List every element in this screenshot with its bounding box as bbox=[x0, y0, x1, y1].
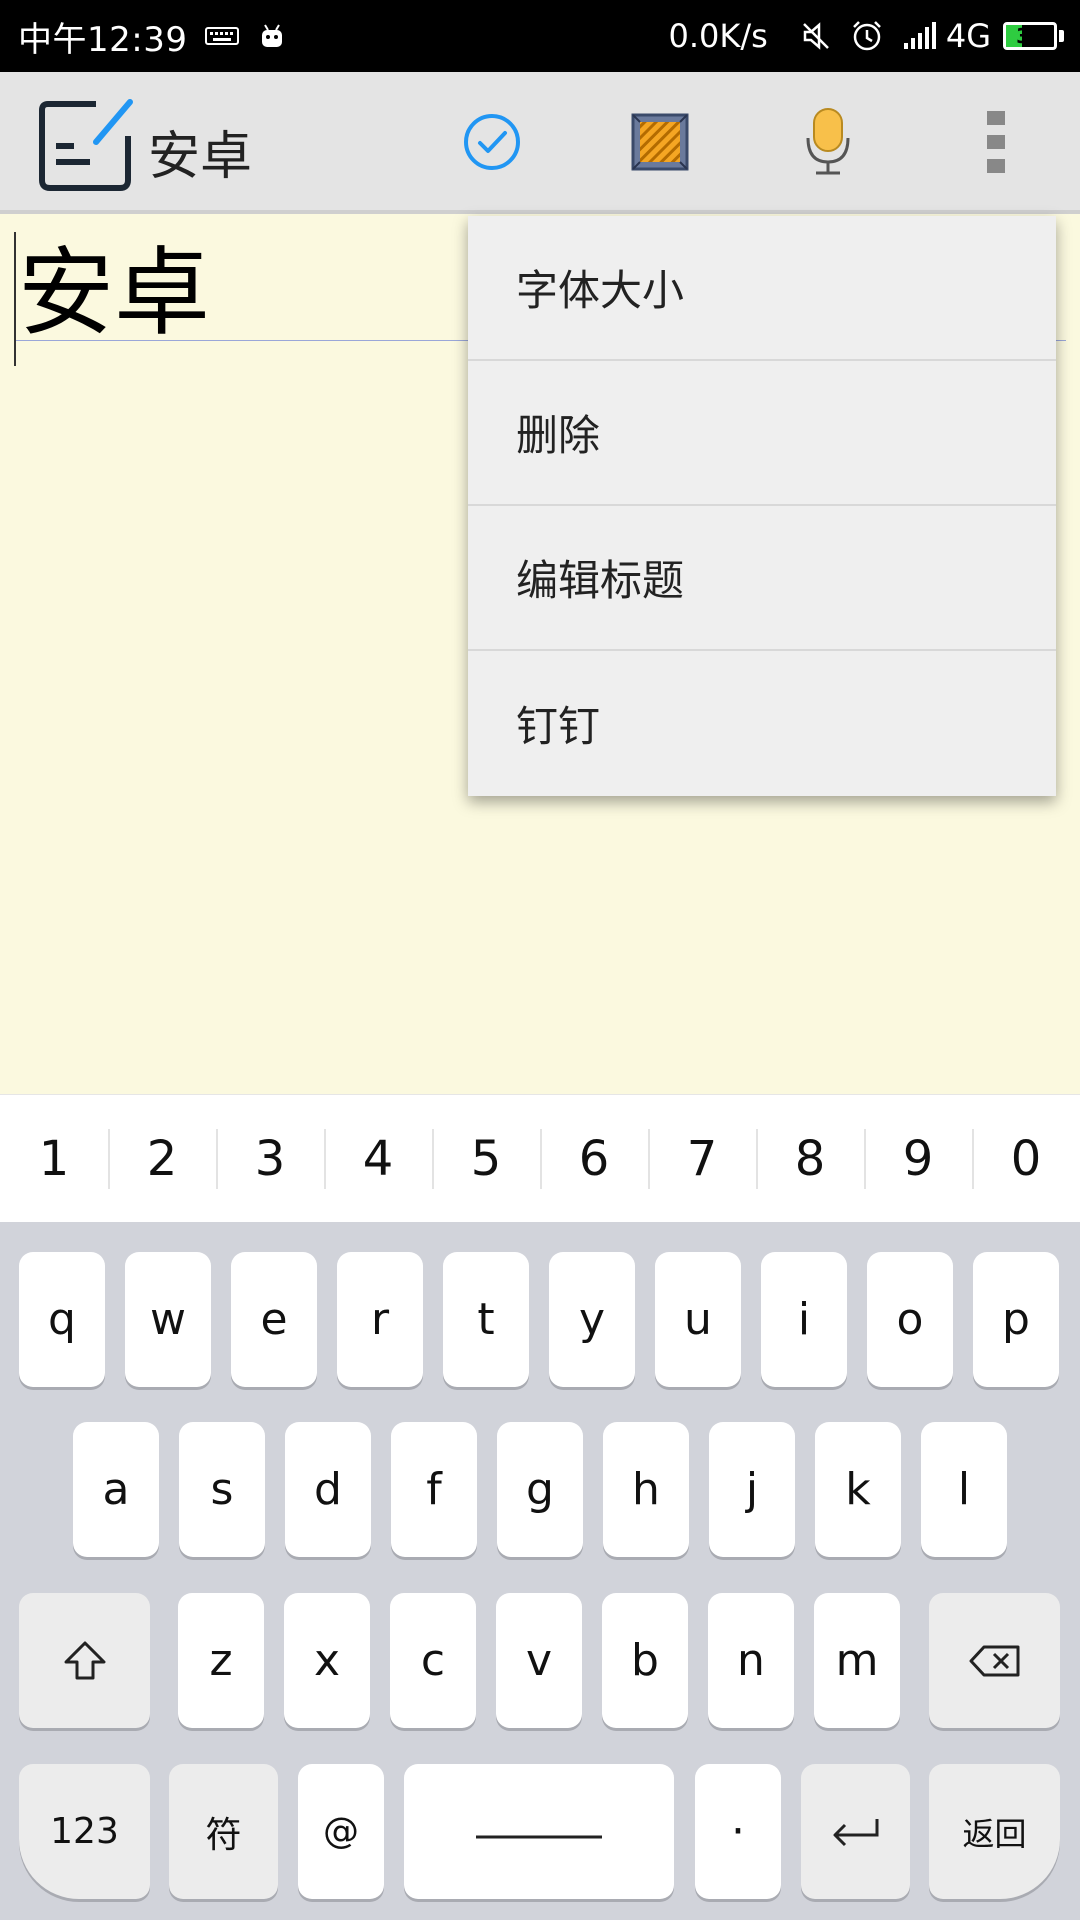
key-v[interactable]: v bbox=[496, 1593, 582, 1728]
color-pattern-icon[interactable] bbox=[620, 102, 700, 182]
key-q[interactable]: q bbox=[19, 1252, 105, 1387]
key-l[interactable]: l bbox=[921, 1422, 1007, 1557]
app-logo-icon[interactable] bbox=[36, 96, 134, 194]
menu-item-edit-title[interactable]: 编辑标题 bbox=[468, 506, 1056, 651]
app-title: 安卓 bbox=[148, 127, 253, 187]
key-u[interactable]: u bbox=[655, 1252, 741, 1387]
menu-item-pin[interactable]: 钉钉 bbox=[468, 651, 1056, 796]
keyboard-number-row: 1 2 3 4 5 6 7 8 9 0 bbox=[0, 1094, 1080, 1223]
menu-item-delete[interactable]: 删除 bbox=[468, 361, 1056, 506]
key-3[interactable]: 3 bbox=[216, 1095, 324, 1223]
key-4[interactable]: 4 bbox=[324, 1095, 432, 1223]
key-o[interactable]: o bbox=[867, 1252, 953, 1387]
key-r[interactable]: r bbox=[337, 1252, 423, 1387]
key-1[interactable]: 1 bbox=[0, 1095, 108, 1223]
battery-text: 33 bbox=[1016, 24, 1044, 48]
key-k[interactable]: k bbox=[815, 1422, 901, 1557]
key-t[interactable]: t bbox=[443, 1252, 529, 1387]
space-key[interactable] bbox=[404, 1764, 674, 1899]
battery-tip bbox=[1059, 30, 1064, 42]
space-bar-icon bbox=[476, 1835, 602, 1838]
key-s[interactable]: s bbox=[179, 1422, 265, 1557]
net-speed: 0.0K/s bbox=[668, 17, 768, 55]
symbols-key[interactable]: 符 bbox=[169, 1764, 278, 1899]
network-type: 4G bbox=[945, 17, 991, 55]
key-6[interactable]: 6 bbox=[540, 1095, 648, 1223]
key-w[interactable]: w bbox=[125, 1252, 211, 1387]
shift-key[interactable] bbox=[19, 1593, 150, 1728]
key-7[interactable]: 7 bbox=[648, 1095, 756, 1223]
status-time: 中午12:39 bbox=[18, 19, 188, 60]
text-cursor bbox=[14, 232, 16, 366]
alarm-icon bbox=[850, 19, 884, 53]
action-bar: 安卓 bbox=[0, 72, 1080, 214]
key-5[interactable]: 5 bbox=[432, 1095, 540, 1223]
status-right: 0.0K/s 4G 33 bbox=[669, 17, 1064, 55]
key-z[interactable]: z bbox=[178, 1593, 264, 1728]
check-icon[interactable] bbox=[452, 102, 532, 182]
key-d[interactable]: d bbox=[285, 1422, 371, 1557]
key-g[interactable]: g bbox=[497, 1422, 583, 1557]
key-x[interactable]: x bbox=[284, 1593, 370, 1728]
key-c[interactable]: c bbox=[390, 1593, 476, 1728]
enter-icon bbox=[833, 1818, 878, 1846]
key-h[interactable]: h bbox=[603, 1422, 689, 1557]
overflow-menu-icon[interactable] bbox=[956, 102, 1036, 182]
numbers-mode-key[interactable]: 123 bbox=[19, 1764, 150, 1899]
enter-key[interactable] bbox=[801, 1764, 910, 1899]
key-i[interactable]: i bbox=[761, 1252, 847, 1387]
backspace-icon bbox=[969, 1645, 1019, 1676]
overflow-popup-menu: 字体大小 删除 编辑标题 钉钉 bbox=[468, 216, 1056, 796]
period-key[interactable]: · bbox=[695, 1764, 781, 1899]
return-key[interactable]: 返回 bbox=[929, 1764, 1060, 1899]
key-y[interactable]: y bbox=[549, 1252, 635, 1387]
key-a[interactable]: a bbox=[73, 1422, 159, 1557]
soft-keyboard: q w e r t y u i o p a s d f g h j k l z … bbox=[0, 1222, 1080, 1920]
key-f[interactable]: f bbox=[391, 1422, 477, 1557]
key-m[interactable]: m bbox=[814, 1593, 900, 1728]
android-icon bbox=[257, 21, 287, 51]
at-key[interactable]: @ bbox=[298, 1764, 384, 1899]
note-title-text[interactable]: 安卓 bbox=[18, 238, 210, 348]
key-2[interactable]: 2 bbox=[108, 1095, 216, 1223]
key-0[interactable]: 0 bbox=[972, 1095, 1080, 1223]
key-n[interactable]: n bbox=[708, 1593, 794, 1728]
keyboard-icon bbox=[205, 26, 240, 46]
battery-icon: 33 bbox=[1003, 22, 1057, 50]
menu-item-font-size[interactable]: 字体大小 bbox=[468, 216, 1056, 361]
shift-icon bbox=[64, 1641, 105, 1679]
key-b[interactable]: b bbox=[602, 1593, 688, 1728]
key-8[interactable]: 8 bbox=[756, 1095, 864, 1223]
mute-icon bbox=[800, 20, 832, 52]
key-p[interactable]: p bbox=[973, 1252, 1059, 1387]
microphone-icon[interactable] bbox=[788, 102, 868, 182]
signal-icon bbox=[902, 21, 936, 51]
key-e[interactable]: e bbox=[231, 1252, 317, 1387]
key-9[interactable]: 9 bbox=[864, 1095, 972, 1223]
backspace-key[interactable] bbox=[929, 1593, 1060, 1728]
key-j[interactable]: j bbox=[709, 1422, 795, 1557]
status-left: 中午12:39 bbox=[18, 12, 287, 61]
status-bar: 中午12:39 0.0K/s 4G 33 bbox=[0, 0, 1080, 72]
